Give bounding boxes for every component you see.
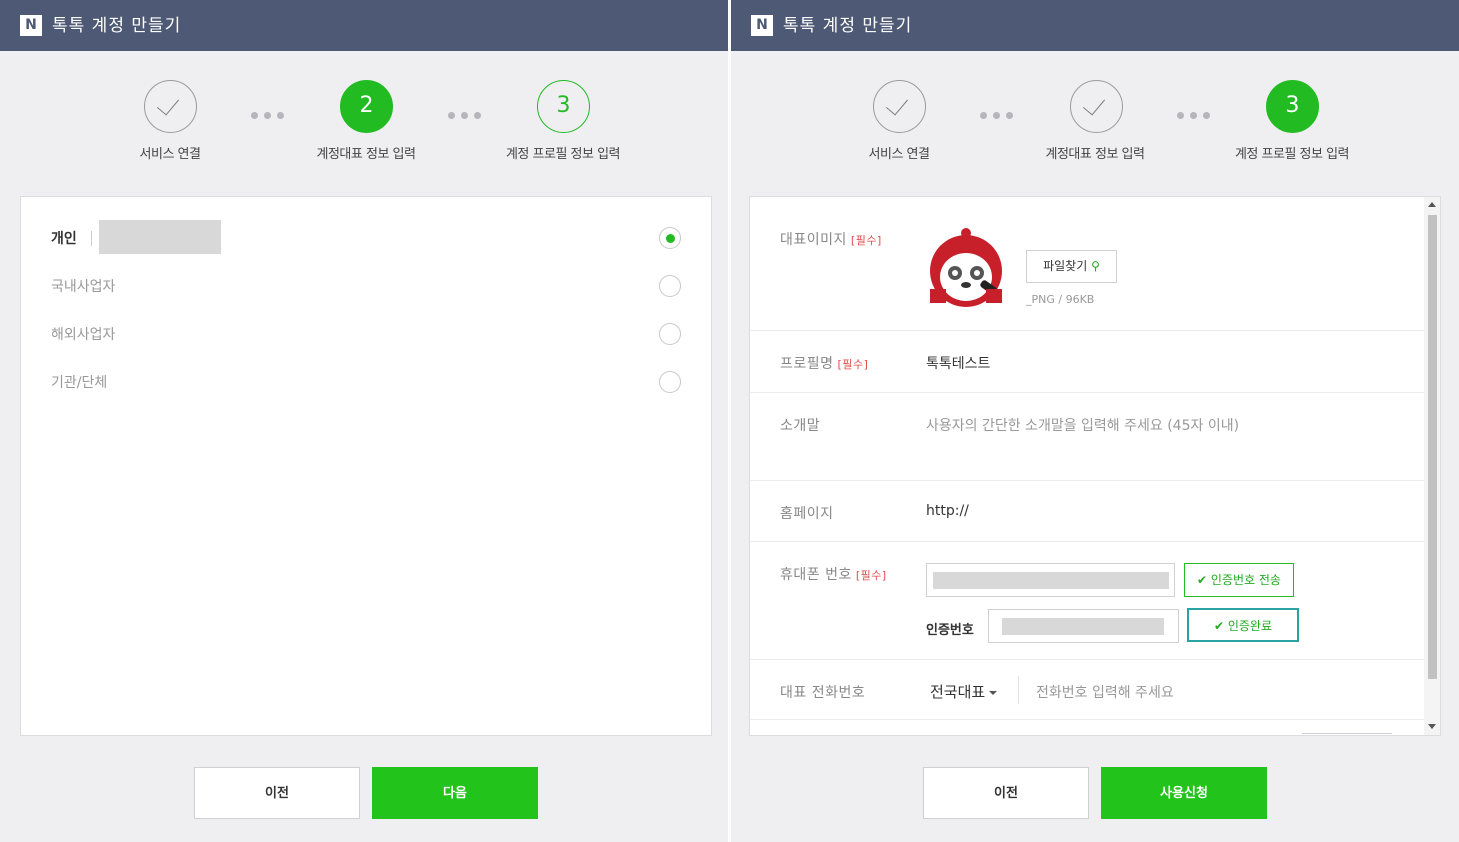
naver-logo: N	[751, 15, 773, 36]
field-label: 프로필명 [필수]	[780, 356, 869, 372]
field-label: 대표 전화번호	[780, 685, 866, 701]
option-label: 기관/단체	[51, 375, 108, 391]
naver-logo: N	[20, 15, 42, 36]
step-2-badge: 2	[340, 80, 393, 133]
step-1-check-icon	[144, 80, 197, 133]
divider	[91, 231, 92, 246]
divider	[1018, 676, 1019, 704]
profile-avatar-image	[930, 228, 1002, 307]
scroll-up-icon[interactable]	[1428, 202, 1436, 207]
step-2-label: 계정대표 정보 입력	[316, 147, 416, 162]
phone-input[interactable]	[926, 563, 1175, 597]
option-label: 개인	[51, 231, 77, 247]
required-tag: [필수]	[850, 234, 882, 247]
homepage-input[interactable]: http://	[926, 503, 969, 519]
field-label: 휴대폰 번호 [필수]	[780, 567, 887, 583]
masked-name	[99, 220, 221, 254]
step-1-label: 서비스 연결	[139, 147, 201, 162]
field-label: 대표이미지 [필수]	[780, 232, 882, 248]
intro-textarea[interactable]: 사용자의 간단한 소개말을 입력해 주세요 (45자 이내)	[926, 415, 1239, 435]
step-3-badge: 3	[1266, 80, 1319, 133]
profile-name-input[interactable]: 톡톡테스트	[926, 353, 990, 373]
right-panel: N 톡톡 계정 만들기 서비스 연결 계정대표 정보 입력 3 계정 프로필 정…	[731, 0, 1459, 842]
check-icon: ✔	[1197, 573, 1208, 587]
form-row-phone: 휴대폰 번호 [필수] ✔ 인증번호 전송 인증번호 ✔ 인증완료	[750, 542, 1424, 660]
caret-down-icon	[989, 690, 998, 695]
window-title: 톡톡 계정 만들기	[52, 16, 182, 36]
step-2-label: 계정대표 정보 입력	[1045, 147, 1145, 162]
prev-button[interactable]: 이전	[194, 767, 360, 819]
step-3-label: 계정 프로필 정보 입력	[1234, 147, 1350, 162]
scroll-thumb[interactable]	[1428, 215, 1437, 679]
code-input[interactable]	[988, 609, 1179, 643]
tel-region-select[interactable]: 전국대표	[930, 681, 998, 702]
step-connector-dots	[1177, 104, 1217, 119]
step-1-label: 서비스 연결	[868, 147, 930, 162]
send-code-button[interactable]: ✔ 인증번호 전송	[1184, 563, 1294, 597]
option-domestic-business[interactable]: 국내사업자	[51, 271, 691, 301]
form-row-image: 대표이미지 [필수] 파일찾기 ⚲ _PNG / 96KB	[750, 197, 1424, 331]
option-organization[interactable]: 기관/단체	[51, 367, 691, 397]
prev-button[interactable]: 이전	[923, 767, 1089, 819]
submit-button[interactable]: 사용신청	[1101, 767, 1267, 819]
step-3-badge: 3	[537, 80, 590, 133]
field-label: 홈페이지	[780, 506, 834, 522]
step-connector-dots	[980, 104, 1020, 119]
code-label: 인증번호	[926, 623, 974, 638]
radio-domestic-business[interactable]	[659, 275, 681, 297]
file-note: _PNG / 96KB	[1026, 293, 1095, 306]
cut-off-element	[1302, 733, 1392, 734]
step-3-label: 계정 프로필 정보 입력	[505, 147, 621, 162]
scrollbar[interactable]	[1424, 197, 1440, 735]
radio-overseas-business[interactable]	[659, 323, 681, 345]
form-row-profile-name: 프로필명 [필수] 톡톡테스트	[750, 331, 1424, 393]
step-connector-dots	[448, 104, 488, 119]
form-row-homepage: 홈페이지 http://	[750, 481, 1424, 542]
profile-form-card: 대표이미지 [필수] 파일찾기 ⚲ _PNG / 96KB 프로필명 [필수] 톡톡…	[749, 196, 1441, 736]
option-overseas-business[interactable]: 해외사업자	[51, 319, 691, 349]
field-label: 소개말	[780, 418, 821, 434]
required-tag: [필수]	[837, 358, 869, 371]
required-tag: [필수]	[855, 569, 887, 582]
window-title: 톡톡 계정 만들기	[783, 16, 913, 36]
scroll-down-icon[interactable]	[1428, 724, 1436, 729]
step-connector-dots	[251, 104, 291, 119]
radio-personal[interactable]	[659, 227, 681, 249]
next-button[interactable]: 다음	[372, 767, 538, 819]
form-row-intro: 소개말 사용자의 간단한 소개말을 입력해 주세요 (45자 이내)	[750, 393, 1424, 481]
left-panel: N 톡톡 계정 만들기 서비스 연결 2 계정대표 정보 입력 3 계정 프로필…	[0, 0, 728, 842]
option-personal[interactable]: 개인	[51, 220, 691, 254]
option-label: 국내사업자	[51, 279, 116, 295]
option-label: 해외사업자	[51, 327, 116, 343]
search-icon: ⚲	[1091, 259, 1100, 273]
account-type-card: 개인 국내사업자 해외사업자 기관/단체	[20, 196, 712, 736]
radio-organization[interactable]	[659, 371, 681, 393]
tel-number-input[interactable]: 전화번호 입력해 주세요	[1036, 682, 1188, 702]
title-bar: N 톡톡 계정 만들기	[731, 0, 1459, 51]
title-bar: N 톡톡 계정 만들기	[0, 0, 728, 51]
step-2-check-icon	[1070, 80, 1123, 133]
check-icon: ✔	[1213, 619, 1225, 633]
verify-button[interactable]: ✔ 인증완료	[1187, 608, 1299, 642]
step-1-check-icon	[873, 80, 926, 133]
file-search-button[interactable]: 파일찾기 ⚲	[1026, 250, 1117, 283]
form-row-tel: 대표 전화번호 전국대표 전화번호 입력해 주세요	[750, 660, 1424, 720]
